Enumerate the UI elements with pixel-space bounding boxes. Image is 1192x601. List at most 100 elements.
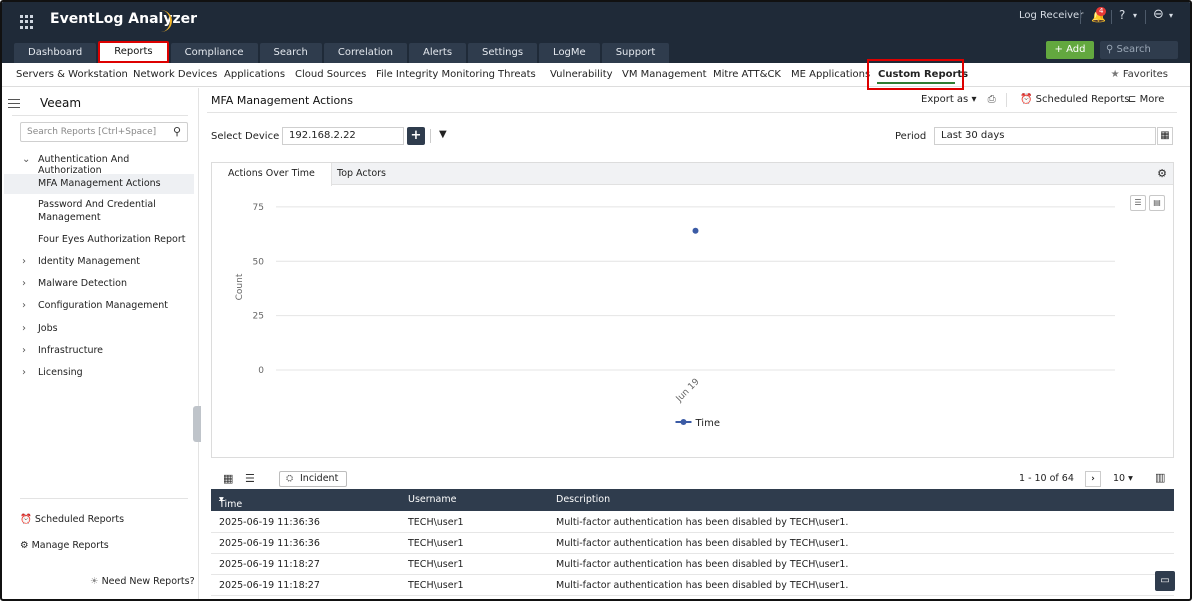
incident-label: Incident bbox=[300, 473, 339, 484]
tab-alerts[interactable]: Alerts bbox=[409, 43, 467, 63]
table-toolbar: ▦ ☰ ⛭ Incident 1 - 10 of 64 › 10 ▾ ▥ bbox=[211, 470, 1174, 488]
cell-time: 2025-06-19 11:18:27 bbox=[219, 559, 320, 570]
per-page-select[interactable]: 10 ▾ bbox=[1113, 473, 1133, 484]
sidebar-item-password[interactable]: Password And Credential Management bbox=[4, 198, 194, 226]
tab-settings[interactable]: Settings bbox=[468, 43, 538, 63]
subnav-servers[interactable]: Servers & Workstation bbox=[16, 69, 128, 80]
period-select-input[interactable]: Last 30 days bbox=[934, 127, 1156, 145]
incident-button[interactable]: ⛭ Incident bbox=[279, 471, 348, 487]
table-header: Time ▾ Username Description bbox=[211, 489, 1174, 511]
next-page-button[interactable]: › bbox=[1085, 471, 1101, 487]
manage-reports-link[interactable]: ⚙ Manage Reports bbox=[20, 540, 109, 551]
subnav-me-applications[interactable]: ME Applications bbox=[791, 69, 870, 80]
tab-reports[interactable]: Reports bbox=[98, 41, 169, 63]
add-device-button[interactable]: + bbox=[407, 127, 425, 145]
column-header-description[interactable]: Description bbox=[556, 494, 610, 505]
search-icon[interactable]: ⚲ bbox=[173, 123, 181, 141]
list-view-icon[interactable]: ☰ bbox=[245, 472, 255, 485]
brand-logo[interactable]: EventLog Analyzer bbox=[50, 11, 197, 27]
sidebar-item-mfa[interactable]: MFA Management Actions bbox=[4, 174, 194, 194]
subnav-file-integrity[interactable]: File Integrity Monitoring bbox=[376, 69, 495, 80]
subnav-cloud-sources[interactable]: Cloud Sources bbox=[295, 69, 366, 80]
data-point bbox=[692, 227, 699, 234]
global-search-input[interactable]: ⚲ Search bbox=[1100, 41, 1178, 59]
pdf-icon[interactable]: ⎙ bbox=[988, 94, 996, 105]
subnav-threats[interactable]: Threats bbox=[498, 69, 536, 80]
export-dropdown[interactable]: Export as ▾ ⎙ bbox=[921, 94, 996, 105]
tab-search[interactable]: Search bbox=[259, 43, 322, 63]
tab-support[interactable]: Support bbox=[601, 43, 670, 63]
sidebar-group-malware[interactable]: › Malware Detection bbox=[4, 278, 194, 294]
need-new-reports-label: Need New Reports? bbox=[101, 576, 195, 587]
sidebar-item-four-eyes[interactable]: Four Eyes Authorization Report bbox=[4, 234, 194, 250]
page-title: MFA Management Actions bbox=[211, 94, 353, 107]
tab-dashboard[interactable]: Dashboard bbox=[14, 43, 97, 63]
cell-time: 2025-06-19 11:36:36 bbox=[219, 538, 320, 549]
legend-marker bbox=[680, 419, 687, 425]
add-button[interactable]: + Add bbox=[1046, 41, 1094, 59]
tab-logme[interactable]: LogMe bbox=[539, 43, 600, 63]
log-receiver-link[interactable]: Log Receiver bbox=[1019, 10, 1083, 21]
tab-actions-over-time[interactable]: Actions Over Time bbox=[212, 163, 332, 186]
need-new-reports-link[interactable]: ☀ Need New Reports? bbox=[90, 576, 195, 587]
help-chevron-icon[interactable]: ▾ bbox=[1133, 11, 1137, 20]
sidebar-collapse-handle[interactable] bbox=[193, 406, 201, 442]
cell-username: TECH\user1 bbox=[408, 538, 464, 549]
header-divider bbox=[1145, 10, 1146, 24]
favorites-link[interactable]: ★ Favorites bbox=[1111, 69, 1168, 80]
table-row[interactable]: 2025-06-19 11:36:36 TECH\user1 Multi-fac… bbox=[211, 533, 1174, 554]
filter-icon[interactable]: ▼ bbox=[439, 129, 447, 140]
table-row[interactable]: 2025-06-19 11:18:27 TECH\user1 Multi-fac… bbox=[211, 575, 1174, 596]
chat-icon[interactable]: ▭ bbox=[1155, 571, 1175, 591]
sub-nav: Servers & Workstation Network Devices Ap… bbox=[2, 63, 1190, 87]
columns-icon[interactable]: ▥ bbox=[1155, 471, 1165, 484]
manage-reports-label: Manage Reports bbox=[31, 540, 109, 551]
header-divider bbox=[1111, 10, 1112, 24]
table-view-icon[interactable]: ▦ bbox=[223, 472, 233, 485]
column-header-username[interactable]: Username bbox=[408, 494, 456, 505]
table-row[interactable]: 2025-06-19 11:18:27 TECH\user1 Multi-fac… bbox=[211, 554, 1174, 575]
chevron-right-icon: › bbox=[22, 300, 26, 311]
calendar-icon[interactable]: ▦ bbox=[1157, 127, 1173, 145]
subnav-mitre[interactable]: Mitre ATT&CK bbox=[713, 69, 781, 80]
sidebar-group-auth[interactable]: ⌄ Authentication And Authorization bbox=[4, 154, 194, 176]
gear-icon[interactable]: ⚙ bbox=[1157, 167, 1167, 180]
sidebar-group-infrastructure[interactable]: › Infrastructure bbox=[4, 345, 194, 361]
more-icon: ⊏ bbox=[1128, 94, 1137, 105]
table-row[interactable]: 2025-06-19 11:36:36 TECH\user1 Multi-fac… bbox=[211, 512, 1174, 533]
chevron-right-icon: › bbox=[22, 345, 26, 356]
sidebar-group-label: Jobs bbox=[38, 323, 58, 334]
tab-compliance[interactable]: Compliance bbox=[170, 43, 258, 63]
sidebar-group-identity[interactable]: › Identity Management bbox=[4, 256, 194, 272]
star-icon: ★ bbox=[1110, 69, 1120, 80]
chevron-right-icon: › bbox=[22, 256, 26, 267]
chevron-right-icon: › bbox=[22, 367, 26, 378]
subnav-network-devices[interactable]: Network Devices bbox=[133, 69, 217, 80]
app-grid-icon[interactable] bbox=[20, 15, 34, 29]
global-search-placeholder: Search bbox=[1116, 44, 1151, 55]
more-button[interactable]: ⊏ More bbox=[1128, 94, 1164, 105]
help-icon[interactable]: ? bbox=[1119, 8, 1125, 22]
cell-time: 2025-06-19 11:36:36 bbox=[219, 517, 320, 528]
more-label: More bbox=[1139, 94, 1165, 105]
subnav-applications[interactable]: Applications bbox=[224, 69, 285, 80]
sidebar-group-jobs[interactable]: › Jobs bbox=[4, 323, 194, 339]
header-divider bbox=[1080, 10, 1081, 24]
scheduled-reports-button[interactable]: ⏰ Scheduled Reports bbox=[1020, 94, 1129, 105]
subnav-vulnerability[interactable]: Vulnerability bbox=[550, 69, 613, 80]
sidebar-group-config[interactable]: › Configuration Management bbox=[4, 300, 194, 316]
cell-description: Multi-factor authentication has been dis… bbox=[556, 517, 849, 528]
tab-top-actors[interactable]: Top Actors bbox=[321, 163, 402, 185]
report-search-input[interactable]: Search Reports [Ctrl+Space] ⚲ bbox=[20, 122, 188, 142]
device-select-input[interactable]: 192.168.2.22 bbox=[282, 127, 404, 145]
user-chevron-icon[interactable]: ▾ bbox=[1169, 11, 1173, 20]
pagination-info: 1 - 10 of 64 bbox=[1019, 473, 1074, 484]
chevron-down-icon: ⌄ bbox=[22, 154, 31, 165]
subnav-vm-management[interactable]: VM Management bbox=[622, 69, 707, 80]
user-avatar-icon[interactable]: ⊖ bbox=[1153, 7, 1164, 22]
column-header-time[interactable]: Time ▾ bbox=[219, 494, 242, 510]
sidebar-group-licensing[interactable]: › Licensing bbox=[4, 367, 194, 383]
tab-correlation[interactable]: Correlation bbox=[323, 43, 408, 63]
scheduled-reports-link[interactable]: ⏰ Scheduled Reports bbox=[20, 514, 124, 525]
hamburger-icon[interactable] bbox=[8, 99, 20, 108]
